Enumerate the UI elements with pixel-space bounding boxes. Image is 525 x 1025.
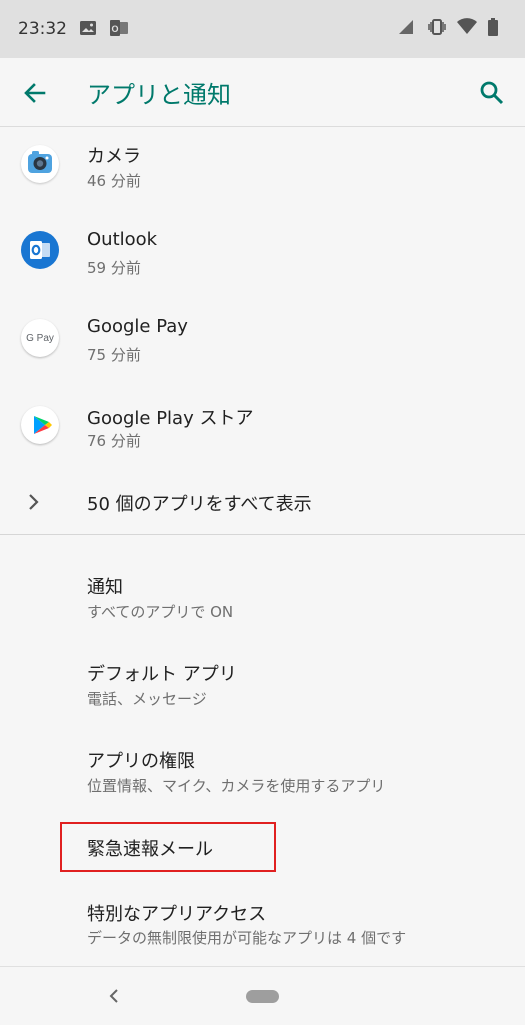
signal-icon	[397, 18, 417, 38]
see-all-apps-button[interactable]: 50 個のアプリをすべて表示	[0, 472, 525, 534]
navigation-bar	[0, 966, 525, 1025]
app-last-used: 75 分前	[87, 346, 141, 364]
back-arrow-icon[interactable]	[20, 78, 50, 108]
setting-notifications[interactable]: 通知 すべてのアプリで ON	[0, 556, 525, 632]
app-item-outlook[interactable]: Outlook 59 分前	[0, 212, 525, 298]
app-bar: アプリと通知	[0, 58, 525, 127]
app-last-used: 76 分前	[87, 432, 141, 450]
setting-subtitle: データの無制限使用が可能なアプリは 4 個です	[87, 929, 407, 947]
setting-app-permissions[interactable]: アプリの権限 位置情報、マイク、カメラを使用するアプリ	[0, 732, 525, 808]
chevron-right-icon	[26, 492, 42, 512]
google-pay-icon-text: G Pay	[26, 332, 54, 344]
app-name: Outlook	[87, 229, 158, 250]
setting-subtitle: すべてのアプリで ON	[87, 603, 234, 621]
status-time: 23:32	[18, 19, 67, 39]
google-pay-app-icon: G Pay	[21, 319, 59, 357]
app-name: Google Play ストア	[87, 408, 254, 429]
setting-title: 特別なアプリアクセス	[87, 904, 267, 925]
app-item-google-pay[interactable]: G Pay Google Pay 75 分前	[0, 298, 525, 384]
highlight-box	[60, 822, 276, 872]
search-icon[interactable]	[477, 78, 507, 108]
app-name: Google Pay	[87, 316, 188, 337]
nav-home-pill[interactable]	[246, 990, 279, 1003]
setting-subtitle: 電話、メッセージ	[87, 690, 207, 708]
app-item-camera[interactable]: カメラ 46 分前	[0, 126, 525, 212]
section-divider	[0, 534, 525, 535]
outlook-app-icon	[21, 231, 59, 269]
status-bar: 23:32 O	[0, 0, 525, 58]
wifi-icon	[457, 18, 477, 38]
setting-title: アプリの権限	[87, 751, 195, 772]
camera-app-icon	[21, 145, 59, 183]
app-name: カメラ	[87, 146, 141, 167]
battery-icon	[487, 18, 507, 38]
setting-subtitle: 位置情報、マイク、カメラを使用するアプリ	[87, 777, 386, 795]
vibrate-icon	[427, 18, 447, 38]
outlook-notification-icon: O	[109, 19, 129, 39]
svg-text:O: O	[111, 24, 118, 34]
app-item-google-play-store[interactable]: Google Play ストア 76 分前	[0, 384, 525, 470]
setting-title: 通知	[87, 577, 123, 598]
nav-back-icon[interactable]	[104, 985, 124, 1007]
setting-special-app-access[interactable]: 特別なアプリアクセス データの無制限使用が可能なアプリは 4 個です	[0, 884, 525, 960]
google-play-store-app-icon	[21, 406, 59, 444]
page-title: アプリと通知	[87, 81, 231, 109]
app-last-used: 46 分前	[87, 172, 141, 190]
image-notification-icon	[79, 19, 99, 39]
setting-title: デフォルト アプリ	[87, 664, 237, 685]
see-all-apps-label: 50 個のアプリをすべて表示	[87, 494, 312, 515]
setting-default-apps[interactable]: デフォルト アプリ 電話、メッセージ	[0, 644, 525, 720]
app-last-used: 59 分前	[87, 259, 141, 277]
